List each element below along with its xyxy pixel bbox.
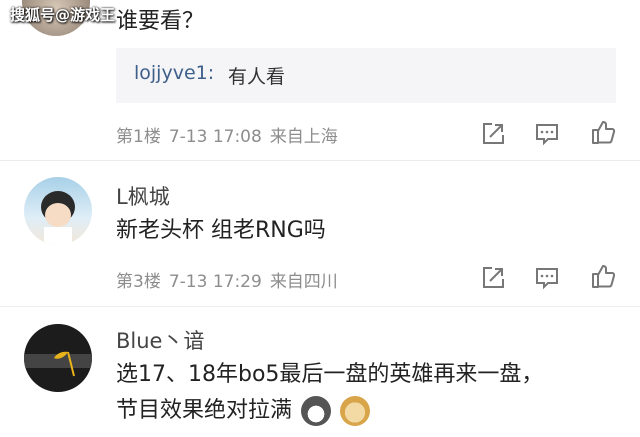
share-icon[interactable] [480,121,506,147]
like-icon[interactable] [590,119,616,145]
share-icon[interactable] [480,265,506,291]
comment-text-line-1: 选17、18年bo5最后一盘的英雄再来一盘， [116,362,544,387]
reply-box[interactable]: lojjyve1: 有人看 [116,48,616,103]
comment-icon[interactable] [534,265,560,291]
reply-user[interactable]: lojjyve1: [134,62,214,84]
avatar[interactable] [24,324,92,392]
watermark: 搜狐号@游戏王 [10,6,116,24]
username[interactable]: Blue丶谙 [116,325,204,355]
comment-text-line-2: 节目效果绝对拉满 [116,398,293,423]
comment-text: 新老头杯 组老RNG吗 [116,218,326,243]
like-icon[interactable] [590,263,616,289]
timestamp: 7-13 17:08 [168,127,262,147]
comment-3: Blue丶谙 选17、18年bo5最后一盘的英雄再来一盘， 节目效果绝对拉满 [0,307,640,437]
floor-label: 第3楼 [116,272,161,292]
comment-2: L枫城 新老头杯 组老RNG吗 第3楼 7-13 17:29 来自四川 [0,161,640,306]
floor-label: 第1楼 [116,127,161,147]
location: 来自四川 [269,272,338,292]
username[interactable]: L枫城 [116,181,170,211]
husky-emoji-icon [301,396,332,426]
location: 来自上海 [269,127,338,147]
comment-text-line-2-row: 节目效果绝对拉满 [116,393,371,429]
avatar[interactable] [24,177,92,245]
comment-text: 谁要看？ [116,9,205,34]
comment-meta: 第3楼 7-13 17:29 来自四川 [116,267,346,292]
doge-emoji-icon [340,396,371,426]
reply-text: 有人看 [228,66,286,88]
comment-icon[interactable] [534,121,560,147]
comment-meta: 第1楼 7-13 17:08 来自上海 [116,122,346,147]
timestamp: 7-13 17:29 [168,272,262,292]
